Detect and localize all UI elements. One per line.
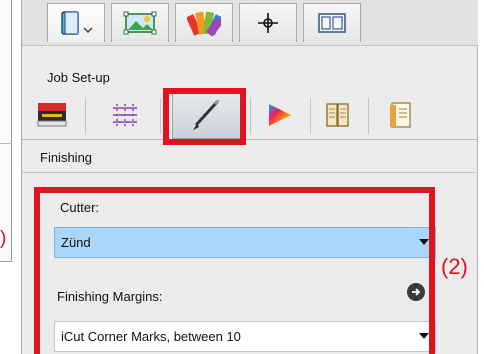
divider	[22, 172, 478, 173]
color-prism-icon	[269, 104, 291, 126]
tool-separator	[250, 98, 251, 134]
tool-separator	[160, 98, 161, 134]
tab-image-frame[interactable]	[111, 3, 169, 42]
printer-icon	[37, 103, 67, 127]
tool-document[interactable]	[380, 93, 420, 137]
annotation-highlight-tool	[163, 88, 246, 145]
tool-separator	[85, 98, 86, 134]
adjacent-window-edge	[0, 0, 12, 262]
tab-layout[interactable]	[303, 3, 361, 42]
annotation-fragment: )	[0, 228, 7, 249]
section-title-finishing: Finishing	[40, 150, 93, 165]
tool-color[interactable]	[260, 93, 300, 137]
booklet-icon	[326, 103, 349, 127]
tab-book[interactable]	[47, 3, 105, 42]
image-frame-icon	[123, 11, 157, 35]
crosshair-icon	[258, 13, 278, 33]
swatch-icon	[187, 11, 221, 37]
document-icon	[390, 102, 411, 128]
tool-separator	[368, 98, 369, 134]
annotation-highlight-finishing	[34, 187, 435, 354]
tool-grid[interactable]	[100, 93, 150, 137]
grid-dots-icon	[113, 104, 137, 126]
book-icon	[61, 11, 93, 35]
section-title-job-setup: Job Set-up	[47, 70, 110, 85]
tool-printer[interactable]	[29, 93, 75, 137]
top-tab-strip	[22, 0, 478, 46]
layout-icon	[318, 13, 346, 33]
tab-crosshair[interactable]	[239, 3, 297, 42]
tool-booklet[interactable]	[318, 93, 358, 137]
divider	[22, 139, 478, 140]
tab-swatches[interactable]	[175, 3, 233, 42]
annotation-callout-label: (2)	[441, 254, 468, 279]
tool-separator	[310, 98, 311, 134]
